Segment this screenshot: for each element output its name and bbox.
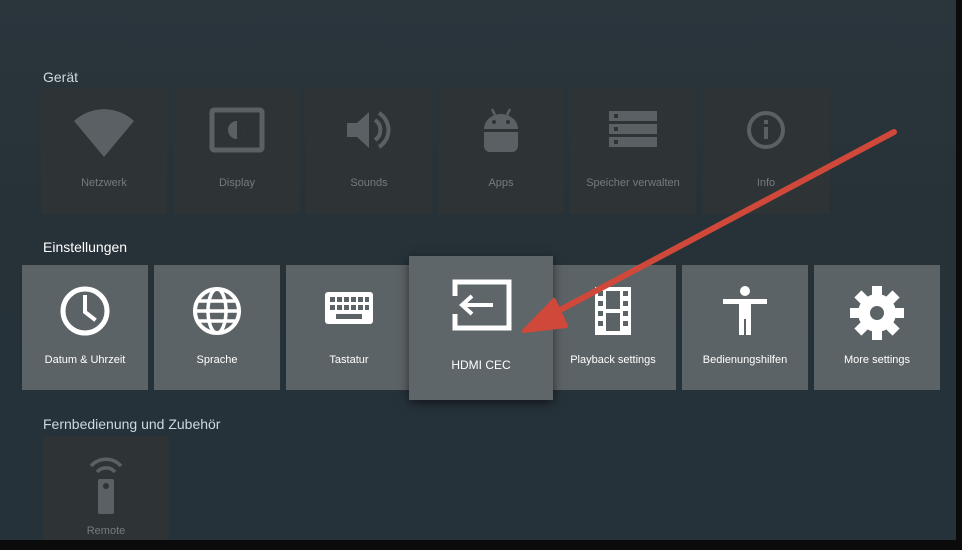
film-icon (595, 287, 631, 335)
tile-display[interactable]: Display (174, 89, 300, 214)
wifi-icon (74, 109, 134, 157)
storage-icon (609, 111, 657, 147)
tile-label: Sprache (196, 354, 238, 366)
tile-label: Sounds (350, 177, 388, 189)
gear-icon (850, 286, 904, 340)
section-title-remote: Fernbedienung und Zubehör (43, 416, 221, 432)
tile-label: Apps (488, 177, 514, 189)
section-title-device: Gerät (43, 69, 79, 85)
screen-border-right (956, 0, 962, 550)
section-title-settings: Einstellungen (43, 239, 128, 255)
tile-apps[interactable]: Apps (438, 89, 564, 214)
tile-label: Info (756, 177, 776, 189)
tile-label: Tastatur (329, 354, 369, 366)
screen-border-bottom (0, 540, 962, 550)
tile-label: HDMI CEC (451, 358, 511, 372)
tile-storage[interactable]: Speicher verwalten (570, 89, 696, 214)
tile-network[interactable]: Netzwerk (41, 89, 167, 214)
globe-icon (193, 287, 241, 335)
input-icon (452, 279, 512, 331)
tile-label: Display (218, 177, 256, 189)
tile-remote[interactable]: Remote (43, 436, 169, 540)
tile-label: Datum & Uhrzeit (44, 354, 126, 366)
tile-keyboard[interactable]: Tastatur (286, 265, 412, 390)
tile-label: Netzwerk (81, 177, 127, 189)
tile-date-time[interactable]: Datum & Uhrzeit (22, 265, 148, 390)
display-icon (209, 107, 265, 153)
tile-language[interactable]: Sprache (154, 265, 280, 390)
tile-label: Speicher verwalten (586, 177, 680, 189)
info-icon (747, 111, 785, 149)
speaker-icon (347, 111, 391, 149)
tile-label: Playback settings (570, 354, 656, 366)
accessibility-icon (723, 286, 767, 335)
tile-info[interactable]: Info (703, 89, 829, 214)
tile-more-settings[interactable]: More settings (814, 265, 940, 390)
tile-label: Bedienungshilfen (702, 354, 788, 366)
clock-icon (60, 286, 110, 336)
remote-icon (89, 457, 123, 514)
tile-accessibility[interactable]: Bedienungshilfen (682, 265, 808, 390)
tile-label: More settings (843, 354, 911, 366)
tile-hdmi-cec[interactable]: HDMI CEC (409, 256, 553, 400)
tile-sounds[interactable]: Sounds (306, 89, 432, 214)
tile-label: Remote (86, 525, 126, 537)
tile-playback-settings[interactable]: Playback settings (550, 265, 676, 390)
keyboard-icon (325, 292, 373, 324)
android-icon (484, 108, 518, 152)
